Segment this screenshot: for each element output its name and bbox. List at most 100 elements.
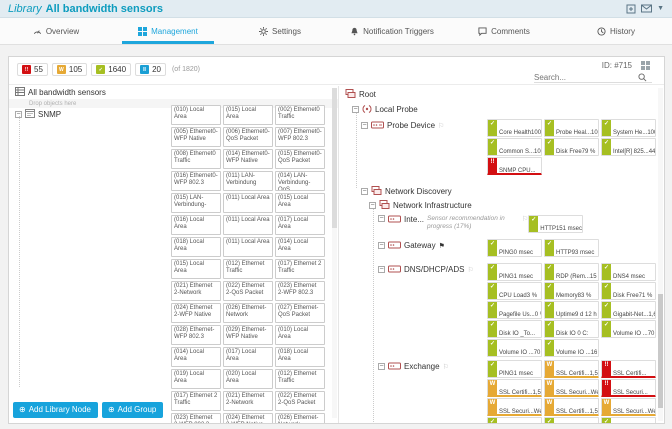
email-icon[interactable] <box>641 4 653 13</box>
qr-grid-icon[interactable] <box>641 61 650 70</box>
tab-history[interactable]: History <box>560 18 672 44</box>
right-scrollbar-thumb[interactable] <box>658 294 663 408</box>
sensor-box[interactable]: PING0 msec <box>487 239 542 257</box>
sensor-box[interactable]: SSL Certifi... <box>601 360 656 378</box>
library-sensor-cell[interactable]: (017) Ethernet 2 Traffic <box>275 259 325 279</box>
left-scrollbar-thumb[interactable] <box>332 88 337 228</box>
network-infrastructure-node[interactable]: − Network Infrastructure <box>339 199 656 212</box>
library-sensor-cell[interactable]: (014) Ethernet0-WFP Native <box>223 149 273 169</box>
sensor-box[interactable]: SSL Securi... <box>601 379 656 397</box>
collapse-toggle[interactable]: − <box>378 215 385 222</box>
tab-management[interactable]: Management <box>112 18 224 44</box>
library-sensor-cell[interactable]: (015) LAN-Verbindung- <box>171 193 221 213</box>
library-sensor-cell[interactable]: (012) Ethernet Traffic <box>275 369 325 389</box>
library-sensor-cell[interactable]: (006) Ethernet0-QoS Packet <box>223 127 273 147</box>
tab-notification-triggers[interactable]: Notification Triggers <box>336 18 448 44</box>
library-sensor-cell[interactable]: (015) Ethernet0-QoS Packet <box>275 149 325 169</box>
sensor-box[interactable]: SNMP CPU... <box>487 157 542 175</box>
library-sensor-cell[interactable]: (019) Local Area <box>171 369 221 389</box>
library-sensor-cell[interactable]: (011) Local Area <box>223 215 273 235</box>
sensor-box[interactable]: IMAP11 msec <box>601 417 656 423</box>
library-sensor-cell[interactable]: (028) Ethernet-WFP 802.3 <box>171 325 221 345</box>
library-sensor-cell[interactable]: (014) Local Area <box>275 237 325 257</box>
library-sensor-cell[interactable]: (011) Local Area <box>223 237 273 257</box>
add-library-node-button[interactable]: ⊕ Add Library Node <box>13 402 98 418</box>
sensor-box[interactable]: Volume IO ...70 % <box>601 320 656 338</box>
tab-overview[interactable]: Overview <box>0 18 112 44</box>
library-sensor-cell[interactable]: (011) Local Area <box>223 193 273 213</box>
flag-icon[interactable]: ⚐ <box>443 363 449 371</box>
sensor-box[interactable]: Disk Free71 % <box>601 282 656 300</box>
library-sensor-cell[interactable]: (023) Ethernet 2-WFP 802.3 <box>275 281 325 301</box>
sensor-box[interactable]: RDP (Rem...15 msec <box>544 417 599 423</box>
sensor-box[interactable]: Gigabit-Net...1,672 kbit/s <box>601 301 656 319</box>
library-sensor-cell[interactable]: (017) Ethernet 2 Traffic <box>171 391 221 411</box>
collapse-toggle[interactable]: − <box>378 242 385 249</box>
dns-node[interactable]: − DNS/DHCP/ADS ⚐ <box>339 263 487 276</box>
library-sensor-cell[interactable]: (014) Local Area <box>171 347 221 367</box>
library-sensor-cell[interactable]: (010) Local Area <box>171 105 221 125</box>
library-sensor-cell[interactable]: (017) Local Area <box>275 215 325 235</box>
chevron-down-icon[interactable]: ▼ <box>657 5 664 12</box>
library-sensor-cell[interactable]: (007) Ethernet0-WFP 802.3 <box>275 127 325 147</box>
flag-icon[interactable]: ⚐ <box>438 122 444 130</box>
library-root-node[interactable]: All bandwidth sensors <box>9 86 338 99</box>
library-sensor-cell[interactable]: (017) Local Area <box>223 347 273 367</box>
internet-node[interactable]: − Inte... Sensor recommendation in progr… <box>339 215 528 231</box>
library-sensor-cell[interactable]: (015) Local Area <box>171 259 221 279</box>
collapse-toggle[interactable]: − <box>352 106 359 113</box>
library-sensor-cell[interactable]: (026) Ethernet-Network <box>223 303 273 323</box>
search-input[interactable] <box>534 73 638 82</box>
library-sensor-cell[interactable]: (022) Ethernet 2-QoS Packet <box>223 281 273 301</box>
sensor-box[interactable]: Disk IO _To...<1 % <box>487 320 542 338</box>
sensor-box[interactable]: Intel[R] 825...445 kbit/s <box>601 138 656 156</box>
library-sensor-cell[interactable]: (014) LAN-Verbindung-QoS <box>275 171 325 191</box>
sensor-box[interactable]: SSL Certifi...1,501 <box>544 360 599 378</box>
gateway-node[interactable]: − Gateway ⚑ <box>339 239 487 252</box>
library-sensor-cell[interactable]: (026) Ethernet-Network <box>275 413 325 423</box>
library-sensor-cell[interactable]: (005) Ethernet0-WFP Native <box>171 127 221 147</box>
exchange-node[interactable]: − Exchange ⚐ <box>339 360 487 373</box>
sensor-box[interactable]: Uptime9 d 12 h <box>544 301 599 319</box>
flag-icon[interactable]: ⚑ <box>439 242 445 250</box>
sensor-box[interactable]: SSL Securi...Weak Proto... <box>487 398 542 416</box>
tab-comments[interactable]: Comments <box>448 18 560 44</box>
sensor-box[interactable]: SSL Securi...Weak Proto... <box>601 398 656 416</box>
collapse-toggle[interactable]: − <box>378 266 385 273</box>
library-sensor-cell[interactable]: (008) Ethernet0 Traffic <box>171 149 221 169</box>
sensor-box[interactable]: Memory83 % <box>544 282 599 300</box>
root-node[interactable]: Root <box>339 88 656 101</box>
library-sensor-cell[interactable]: (024) Ethernet 2-WFP Native <box>223 413 273 423</box>
sensor-box[interactable]: Common S...100 % <box>487 138 542 156</box>
library-sensor-cell[interactable]: (016) Ethernet0-WFP 802.3 <box>171 171 221 191</box>
sensor-box[interactable]: System He...100 % <box>601 119 656 137</box>
collapse-toggle[interactable]: − <box>369 202 376 209</box>
sensor-box[interactable]: CPU Load3 % <box>487 282 542 300</box>
library-sensor-cell[interactable]: (016) Local Area <box>171 215 221 235</box>
library-sensor-cell[interactable]: (015) Local Area <box>275 193 325 213</box>
sensor-box[interactable]: SSL Certifi...1,501 <box>487 379 542 397</box>
library-sensor-cell[interactable]: (015) Local Area <box>223 105 273 125</box>
flag-icon[interactable]: ⚐ <box>467 266 473 274</box>
library-sensor-cell[interactable]: (011) LAN-Verbindung <box>223 171 273 191</box>
sensor-box[interactable]: Probe Heal...100 % <box>544 119 599 137</box>
library-sensor-cell[interactable]: (027) Ethernet-QoS Packet <box>275 303 325 323</box>
library-sensor-cell[interactable]: (002) Ethernet0 Traffic <box>275 105 325 125</box>
tab-settings[interactable]: Settings <box>224 18 336 44</box>
sensor-box[interactable]: Volume IO ...70 % <box>487 339 542 357</box>
sensor-box[interactable]: Disk Free79 % <box>544 138 599 156</box>
sensor-box[interactable]: Volume IO ...16 % <box>544 339 599 357</box>
collapse-toggle[interactable]: − <box>378 363 385 370</box>
probe-device-node[interactable]: − Probe Device ⚐ <box>339 119 487 132</box>
status-chip-down[interactable]: !! 55 <box>17 63 48 76</box>
local-probe-node[interactable]: − Local Probe <box>339 103 656 116</box>
library-sensor-cell[interactable]: (018) Local Area <box>171 237 221 257</box>
sensor-box[interactable]: HTTPS94 msec <box>487 417 542 423</box>
add-group-button[interactable]: ⊕ Add Group <box>101 402 164 418</box>
status-chip-up[interactable]: ✓ 1640 <box>91 63 132 76</box>
library-sensor-cell[interactable]: (024) Ethernet 2-WFP Native <box>171 303 221 323</box>
sensor-box[interactable]: PING1 msec <box>487 360 542 378</box>
sensor-box[interactable]: HTTP93 msec <box>544 239 599 257</box>
collapse-toggle[interactable]: − <box>361 188 368 195</box>
sensor-box[interactable]: RDP (Rem...15 msec <box>544 263 599 281</box>
